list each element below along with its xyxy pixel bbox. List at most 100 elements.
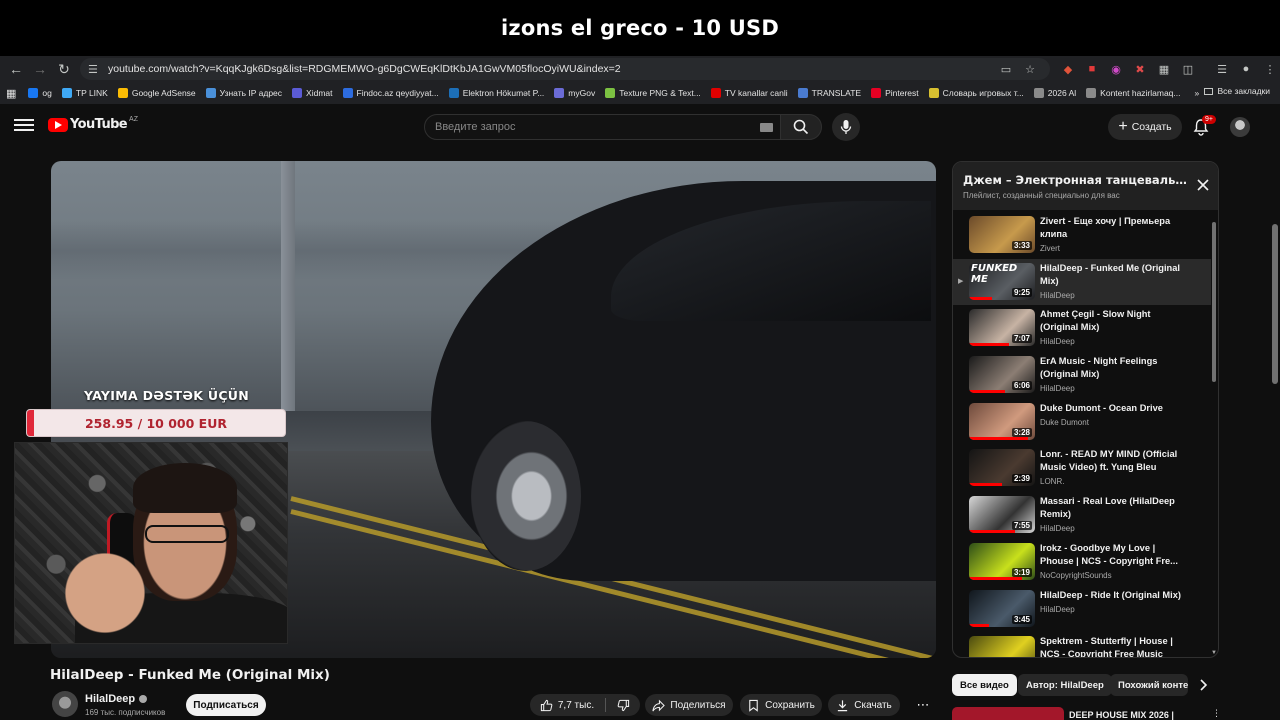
channel-name[interactable]: HilalDeep bbox=[85, 693, 135, 705]
playlist-item[interactable]: 7:07 Ahmet Çegil - Slow Night (Original M… bbox=[953, 305, 1211, 352]
watch-progress-bar bbox=[969, 343, 1009, 347]
extension-4-icon[interactable]: ✖ bbox=[1130, 58, 1150, 80]
scroll-down-icon[interactable]: ▼ bbox=[1211, 650, 1217, 656]
watch-progress-bar bbox=[969, 390, 1006, 394]
search-box[interactable] bbox=[424, 114, 782, 140]
create-button[interactable]: + Создать bbox=[1108, 114, 1182, 140]
next-video-menu-icon[interactable]: ⋮ bbox=[1212, 708, 1221, 719]
playlist-thumbnail[interactable]: 7:55 bbox=[969, 496, 1035, 534]
bookmark-item[interactable]: TV kanallar canli bbox=[710, 88, 788, 98]
address-bar[interactable]: ☰ youtube.com/watch?v=KqqKJgk6Dsg&list=R… bbox=[80, 58, 1050, 80]
channel-name-row[interactable]: HilalDeep bbox=[85, 693, 148, 705]
extension-5-icon[interactable]: ▦ bbox=[1154, 58, 1174, 80]
bookmark-item[interactable]: TP LINK bbox=[61, 88, 108, 98]
playlist-item-text: Spektrem - Stutterfly | House | NCS - Co… bbox=[1040, 635, 1185, 657]
site-info-icon[interactable]: ☰ bbox=[88, 63, 104, 76]
filter-chip[interactable]: Все видео bbox=[952, 674, 1017, 696]
save-button[interactable]: Сохранить bbox=[740, 694, 822, 716]
playlist-item[interactable]: 6:06 ErA Music - Night Feelings (Original… bbox=[953, 352, 1211, 399]
bookmark-item[interactable]: og bbox=[28, 88, 52, 98]
bookmark-item[interactable]: Elektron Hökumət P... bbox=[448, 88, 544, 98]
back-button[interactable]: ← bbox=[4, 58, 28, 80]
playlist-item-title: Zivert - Еще хочу | Премьера клипа bbox=[1040, 216, 1171, 239]
bookmark-item[interactable]: TRANSLATE bbox=[797, 88, 861, 98]
bookmark-favicon-icon bbox=[554, 88, 565, 98]
bookmark-star-icon[interactable]: ☆ bbox=[1020, 58, 1040, 80]
playlist-item[interactable]: 3:45 HilalDeep - Ride It (Original Mix) Hi… bbox=[953, 586, 1211, 633]
bookmark-item[interactable]: 2026 Al bbox=[1033, 88, 1076, 98]
page-scrollbar[interactable] bbox=[1270, 104, 1280, 720]
bookmark-item[interactable]: Xidmat bbox=[292, 88, 333, 98]
menu-icon[interactable] bbox=[14, 116, 34, 134]
extension-3-icon[interactable]: ◉ bbox=[1106, 58, 1126, 80]
voice-search-button[interactable] bbox=[832, 113, 860, 141]
playlist-thumbnail[interactable]: 4:16 bbox=[969, 636, 1035, 657]
account-avatar[interactable] bbox=[1230, 117, 1250, 137]
playlist-thumbnail[interactable]: 3:45 bbox=[969, 589, 1035, 627]
playlist-thumbnail[interactable]: 6:06 bbox=[969, 356, 1035, 394]
thumbs-up-icon[interactable] bbox=[540, 699, 553, 712]
subscribe-button[interactable]: Подписаться bbox=[186, 694, 266, 716]
browser-menu-icon[interactable]: ⋮ bbox=[1260, 58, 1280, 80]
playlist-item[interactable]: 3:28 Duke Dumont - Ocean Drive Duke Dumont bbox=[953, 399, 1211, 446]
playlist-item-text: HilalDeep - Funked Me (Original Mix) Hila… bbox=[1040, 262, 1185, 300]
search-button[interactable] bbox=[780, 114, 822, 140]
bookmark-item[interactable]: myGov bbox=[554, 88, 595, 98]
bookmark-item[interactable]: Pinterest bbox=[871, 88, 919, 98]
bookmark-favicon-icon bbox=[292, 88, 303, 98]
playlist-item[interactable]: 4:16Spektrem - Stutterfly | House | NCS … bbox=[953, 632, 1211, 657]
country-code: AZ bbox=[129, 116, 138, 123]
thumbs-down-icon[interactable] bbox=[617, 699, 630, 712]
chevron-right-icon[interactable] bbox=[1196, 678, 1210, 692]
all-bookmarks-button[interactable]: Все закладки bbox=[1204, 86, 1270, 96]
playlist-thumbnail[interactable]: 3:28 bbox=[969, 402, 1035, 440]
all-bookmarks-label: Все закладки bbox=[1217, 86, 1270, 96]
playlist-thumbnail[interactable]: FUNKED ME 9:25 bbox=[969, 262, 1035, 300]
playlist-item-channel: HilalDeep bbox=[1040, 604, 1075, 614]
bookmark-item[interactable]: Google AdSense bbox=[117, 88, 196, 98]
extension-1-icon[interactable]: ◆ bbox=[1058, 58, 1078, 80]
playlist-scrollbar[interactable] bbox=[1212, 222, 1216, 382]
filter-chip[interactable]: Автор: HilalDeep bbox=[1018, 674, 1112, 696]
channel-avatar[interactable] bbox=[52, 691, 78, 717]
playlist-item[interactable]: 3:33 Zivert - Еще хочу | Премьера клипа Zi… bbox=[953, 212, 1211, 259]
bookmark-item[interactable]: Texture PNG & Text... bbox=[605, 88, 701, 98]
extension-2-icon[interactable]: ■ bbox=[1082, 58, 1102, 80]
apps-grid-icon[interactable]: ▦ bbox=[6, 87, 16, 100]
download-button[interactable]: Скачать bbox=[828, 694, 900, 716]
bookmark-item[interactable]: Словарь игровых т... bbox=[928, 88, 1024, 98]
youtube-logo[interactable]: YouTube AZ bbox=[48, 116, 138, 132]
bookmark-item[interactable]: Kontent hazirlamaq... bbox=[1086, 88, 1181, 98]
bookmark-item[interactable]: Узнать IP адрес bbox=[205, 88, 282, 98]
search-input[interactable] bbox=[435, 121, 735, 133]
playlist-thumbnail[interactable]: 3:19 bbox=[969, 542, 1035, 580]
watch-progress-bar bbox=[969, 483, 1002, 487]
like-count[interactable]: 7,7 тыс. bbox=[558, 700, 594, 711]
playlist-thumbnail[interactable]: 7:07 bbox=[969, 309, 1035, 347]
forward-button[interactable]: → bbox=[28, 58, 52, 80]
bookmark-favicon-icon bbox=[928, 88, 939, 98]
bookmarks-overflow-icon[interactable]: » bbox=[1195, 88, 1200, 98]
playlist-item-channel: Zivert bbox=[1040, 244, 1060, 253]
cast-icon[interactable]: ▭ bbox=[996, 58, 1016, 80]
playlist-item[interactable]: 3:19 Irokz - Goodbye My Love | Phouse | N… bbox=[953, 539, 1211, 586]
keyboard-icon[interactable] bbox=[760, 123, 773, 132]
extensions-puzzle-icon[interactable]: ◫ bbox=[1178, 58, 1198, 80]
playlist-thumbnail[interactable]: 3:33 bbox=[969, 216, 1035, 253]
playlist-item[interactable]: ▶ FUNKED ME 9:25 HilalDeep - Funked Me (Ori… bbox=[953, 258, 1211, 306]
share-button[interactable]: Поделиться bbox=[645, 694, 733, 716]
playlist-item[interactable]: 7:55 Massari - Real Love (HilalDeep Remix… bbox=[953, 492, 1211, 539]
media-controls-icon[interactable]: ☰ bbox=[1212, 58, 1232, 80]
page-scrollbar-thumb[interactable] bbox=[1272, 224, 1278, 384]
playlist-thumbnail[interactable]: 2:39 bbox=[969, 449, 1035, 487]
profile-avatar-icon[interactable]: ● bbox=[1236, 58, 1256, 80]
playlist-item[interactable]: 2:39 Lonr. - READ MY MIND (Official Music… bbox=[953, 445, 1211, 492]
more-actions-icon[interactable]: ⋯ bbox=[912, 694, 934, 716]
reload-button[interactable]: ↻ bbox=[52, 58, 76, 80]
close-icon[interactable] bbox=[1196, 178, 1210, 192]
next-video-thumbnail[interactable] bbox=[952, 707, 1064, 720]
bookmark-item[interactable]: Findoc.az qeydiyyat... bbox=[342, 88, 439, 98]
next-video-title[interactable]: DEEP HOUSE MIX 2026 | bbox=[1069, 710, 1174, 720]
playlist-title[interactable]: Джем – Электронная танцевальная... bbox=[963, 173, 1188, 187]
filter-chip[interactable]: Похожий конте bbox=[1110, 674, 1188, 696]
